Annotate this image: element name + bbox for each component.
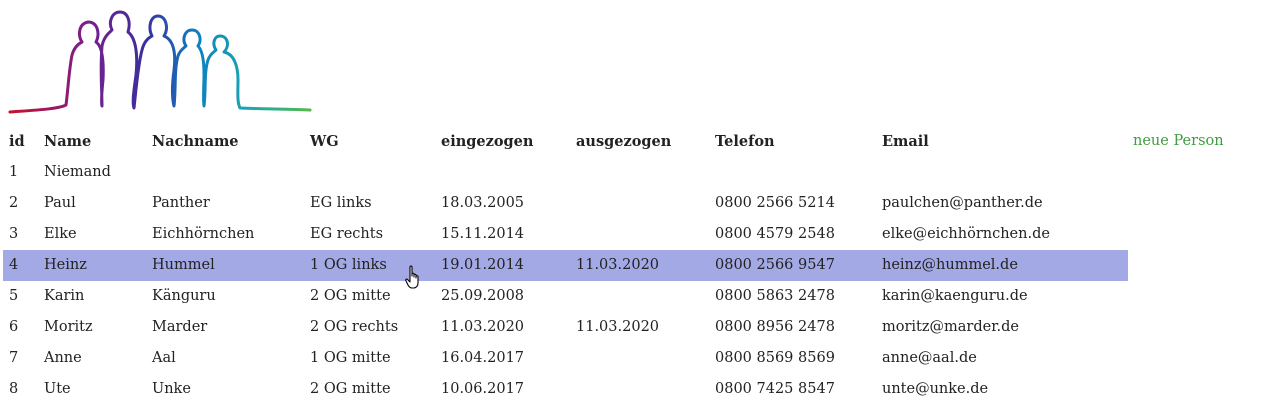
cell-name: Moritz bbox=[44, 319, 93, 335]
cell-email: heinz@hummel.de bbox=[876, 250, 1128, 281]
cell-email: anne@aal.de bbox=[882, 350, 977, 366]
column-header-eingezogen: eingezogen bbox=[441, 133, 534, 150]
cell-id: 4 bbox=[3, 250, 38, 281]
cell-id: 8 bbox=[9, 381, 19, 397]
cell-eingezogen: 19.01.2014 bbox=[435, 250, 570, 281]
cell-id: 5 bbox=[9, 288, 19, 304]
cell-name: Elke bbox=[44, 226, 77, 242]
cell-nachname: Känguru bbox=[152, 288, 216, 304]
table-row[interactable]: 3 Elke Eichhörnchen EG rechts 15.11.2014 0800… bbox=[3, 219, 1128, 250]
cell-email: paulchen@panther.de bbox=[882, 195, 1043, 211]
cell-eingezogen: 18.03.2005 bbox=[441, 195, 525, 211]
cell-name: Paul bbox=[44, 195, 76, 211]
cell-name: Niemand bbox=[44, 164, 111, 180]
column-header-wg: WG bbox=[310, 133, 339, 150]
column-header-ausgezogen: ausgezogen bbox=[576, 133, 672, 150]
cell-eingezogen: 25.09.2008 bbox=[441, 288, 525, 304]
cell-email bbox=[876, 157, 1128, 188]
table-row[interactable]: 7 Anne Aal 1 OG mitte 16.04.2017 0800 8569 85… bbox=[3, 343, 1128, 374]
cell-wg: EG rechts bbox=[310, 226, 384, 242]
cell-ausgezogen bbox=[570, 157, 709, 188]
cell-ausgezogen bbox=[570, 188, 709, 219]
hand-pointer-icon bbox=[405, 265, 419, 289]
cell-telefon: 0800 2566 5214 bbox=[715, 195, 835, 211]
cell-id: 1 bbox=[9, 164, 19, 180]
cell-ausgezogen: 11.03.2020 bbox=[576, 319, 660, 335]
cell-id: 3 bbox=[9, 226, 19, 242]
cell-nachname: Unke bbox=[152, 381, 191, 397]
cell-nachname: Aal bbox=[152, 350, 176, 366]
table-row[interactable]: 4 Heinz Hummel 1 OG links 19.01.2014 11.03.20… bbox=[3, 250, 1128, 281]
cell-telefon: 0800 8956 2478 bbox=[715, 319, 835, 335]
cell-telefon: 0800 7425 8547 bbox=[715, 381, 835, 397]
cell-email: moritz@marder.de bbox=[882, 319, 1020, 335]
new-person-link[interactable]: neue Person bbox=[1133, 126, 1224, 157]
column-header-nachname: Nachname bbox=[152, 133, 239, 150]
column-header-id: id bbox=[9, 133, 25, 150]
table-row[interactable]: 1 Niemand bbox=[3, 157, 1128, 188]
cell-name: Karin bbox=[44, 288, 85, 304]
table-row[interactable]: 6 Moritz Marder 2 OG rechts 11.03.2020 11.03.… bbox=[3, 312, 1128, 343]
cell-email: unte@unke.de bbox=[882, 381, 989, 397]
cell-email: karin@kaenguru.de bbox=[882, 288, 1028, 304]
cell-wg: EG links bbox=[310, 195, 372, 211]
cell-id: 6 bbox=[9, 319, 19, 335]
cell-ausgezogen: 11.03.2020 bbox=[570, 250, 709, 281]
cell-ausgezogen bbox=[570, 219, 709, 250]
cell-eingezogen: 15.11.2014 bbox=[441, 226, 525, 242]
cell-nachname: Hummel bbox=[146, 250, 304, 281]
people-silhouettes-logo bbox=[8, 10, 312, 114]
cell-id: 2 bbox=[9, 195, 19, 211]
cell-telefon bbox=[709, 157, 876, 188]
cell-ausgezogen bbox=[570, 374, 709, 405]
table-header-row: id Name Nachname WG eingezogen ausgezogen Tele… bbox=[3, 126, 1128, 157]
cell-wg: 1 OG mitte bbox=[310, 350, 391, 366]
cell-eingezogen bbox=[435, 157, 570, 188]
cell-name: Anne bbox=[44, 350, 82, 366]
cell-nachname: Marder bbox=[152, 319, 208, 335]
cell-id: 7 bbox=[9, 350, 19, 366]
cell-eingezogen: 16.04.2017 bbox=[441, 350, 525, 366]
column-header-telefon: Telefon bbox=[715, 133, 775, 150]
cell-telefon: 0800 4579 2548 bbox=[715, 226, 835, 242]
cell-wg: 2 OG mitte bbox=[310, 381, 391, 397]
cell-name: Heinz bbox=[38, 250, 146, 281]
table-row[interactable]: 2 Paul Panther EG links 18.03.2005 0800 2566 … bbox=[3, 188, 1128, 219]
cell-eingezogen: 10.06.2017 bbox=[441, 381, 525, 397]
cell-wg: 2 OG rechts bbox=[310, 319, 399, 335]
column-header-name: Name bbox=[44, 133, 92, 150]
cell-nachname: Eichhörnchen bbox=[152, 226, 255, 242]
cell-name: Ute bbox=[44, 381, 71, 397]
cell-telefon: 0800 2566 9547 bbox=[709, 250, 876, 281]
people-table: id Name Nachname WG eingezogen ausgezogen Tele… bbox=[3, 126, 1128, 405]
table-row[interactable]: 5 Karin Känguru 2 OG mitte 25.09.2008 0800 58… bbox=[3, 281, 1128, 312]
column-header-email: Email bbox=[882, 133, 929, 150]
cell-eingezogen: 11.03.2020 bbox=[441, 319, 525, 335]
cell-telefon: 0800 8569 8569 bbox=[715, 350, 835, 366]
cell-email: elke@eichhörnchen.de bbox=[882, 226, 1050, 242]
cell-ausgezogen bbox=[570, 343, 709, 374]
cell-nachname bbox=[146, 157, 304, 188]
cell-wg bbox=[304, 157, 435, 188]
table-row[interactable]: 8 Ute Unke 2 OG mitte 10.06.2017 0800 7425 85… bbox=[3, 374, 1128, 405]
cell-telefon: 0800 5863 2478 bbox=[715, 288, 835, 304]
cell-nachname: Panther bbox=[152, 195, 210, 211]
cell-ausgezogen bbox=[570, 281, 709, 312]
